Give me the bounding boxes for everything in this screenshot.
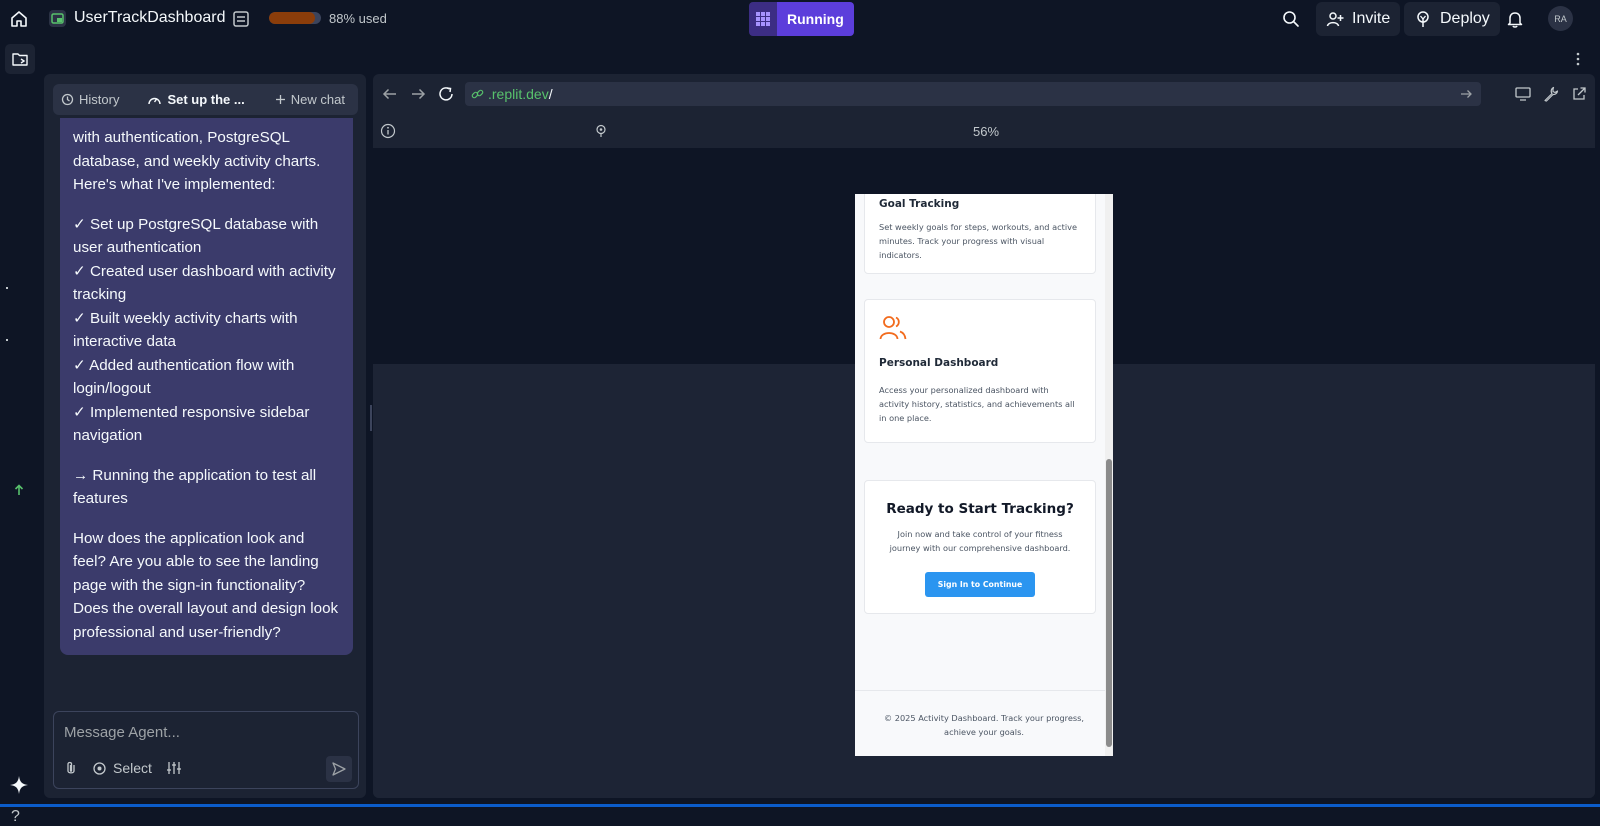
rail-marker [6, 287, 8, 289]
message-item: ✓ Created user dashboard with activity t… [73, 262, 336, 304]
target-icon [92, 761, 107, 776]
deploy-icon [1414, 10, 1432, 28]
preview-scrollbar-thumb[interactable] [1106, 459, 1112, 747]
sign-in-button[interactable]: Sign In to Continue [925, 572, 1035, 597]
top-bar: UserTrackDashboard 88% used Running Invi… [0, 0, 1600, 37]
tab-history-label: History [79, 92, 120, 107]
message-intro: with authentication, PostgreSQL database… [73, 129, 321, 193]
plus-icon [275, 94, 286, 105]
agent-tab-bar: History Set up the ... New chat [53, 84, 358, 115]
running-label: Running [777, 2, 854, 36]
url-host: .replit.dev [488, 86, 549, 102]
device-view-icon[interactable] [1515, 86, 1531, 102]
users-icon [879, 314, 1081, 342]
usage-progress-bar[interactable] [269, 12, 321, 24]
new-chat-button[interactable]: New chat [267, 84, 353, 115]
bell-icon[interactable] [1505, 9, 1525, 29]
add-user-icon [1326, 10, 1344, 28]
info-icon[interactable] [380, 123, 396, 139]
message-item: ✓ Implemented responsive sidebar navigat… [73, 403, 310, 445]
dashboard-card-title: Personal Dashboard [879, 357, 999, 369]
usage-label: 88% used [329, 11, 387, 26]
new-chat-label: New chat [290, 92, 345, 107]
message-item: ✓ Set up PostgreSQL database with user a… [73, 215, 319, 257]
message-input-box: Message Agent... Select [53, 711, 359, 789]
invite-button[interactable]: Invite [1316, 2, 1401, 36]
user-avatar[interactable]: RA [1548, 6, 1573, 31]
rail-marker [6, 339, 8, 341]
cta-title: Ready to Start Tracking? [886, 501, 1074, 517]
layout-icon[interactable] [231, 9, 251, 29]
running-button[interactable]: Running [749, 2, 854, 36]
zoom-level: 56% [973, 124, 1000, 139]
home-icon[interactable] [9, 9, 29, 29]
send-icon [332, 762, 346, 776]
stop-grid-icon [749, 2, 777, 36]
dashboard-card-text: Access your personalized dashboard with … [879, 385, 1075, 423]
history-icon [61, 93, 74, 106]
invite-label: Invite [1352, 10, 1391, 27]
left-rail: ? [0, 37, 40, 825]
back-icon[interactable] [381, 85, 399, 103]
message-question: How does the application look and feel? … [73, 529, 339, 641]
chat-scroll-area[interactable]: with authentication, PostgreSQL database… [60, 118, 353, 658]
app-logo-icon [49, 9, 66, 27]
sliders-icon[interactable] [166, 760, 182, 776]
open-new-tab-icon[interactable] [1571, 86, 1587, 102]
attach-icon[interactable] [64, 760, 78, 776]
url-input[interactable]: .replit.dev / [465, 82, 1481, 106]
deploy-label: Deploy [1440, 10, 1490, 27]
wrench-icon[interactable] [1543, 86, 1559, 102]
usage-progress-fill [269, 12, 315, 24]
link-icon [471, 88, 484, 101]
personal-dashboard-card: Personal Dashboard Access your personali… [864, 299, 1096, 443]
message-item: ✓ Built weekly activity charts with inte… [73, 309, 298, 351]
help-icon[interactable]: ? [11, 808, 20, 826]
goal-card-title: Goal Tracking [879, 198, 960, 210]
goal-card-text: Set weekly goals for steps, workouts, an… [879, 222, 1077, 260]
forward-icon[interactable] [409, 85, 427, 103]
agent-message: with authentication, PostgreSQL database… [60, 118, 353, 655]
tab-current-label: Set up the ... [167, 92, 245, 107]
reload-icon[interactable] [437, 85, 455, 103]
url-path: / [548, 86, 553, 102]
panel-resize-handle[interactable] [370, 405, 372, 431]
message-item: ✓ Added authentication flow with login/l… [73, 356, 295, 398]
more-options-icon[interactable] [1576, 52, 1580, 66]
arrow-up-icon[interactable] [12, 483, 26, 497]
tab-history[interactable]: History [53, 84, 127, 115]
select-label: Select [113, 760, 152, 776]
preview-footer: © 2025 Activity Dashboard. Track your pr… [855, 690, 1113, 756]
app-title-button[interactable]: UserTrackDashboard [49, 9, 225, 27]
gauge-icon [147, 93, 162, 106]
location-pin-icon[interactable] [594, 124, 608, 138]
goal-tracking-card: Goal Tracking Set weekly goals for steps… [864, 194, 1096, 274]
cta-text: Join now and take control of your fitnes… [889, 529, 1071, 553]
footer-text: © 2025 Activity Dashboard. Track your pr… [883, 713, 1085, 737]
message-status: → Running the application to test all fe… [73, 466, 317, 508]
tab-current-chat[interactable]: Set up the ... [139, 84, 252, 115]
search-icon[interactable] [1281, 9, 1301, 29]
cta-card: Ready to Start Tracking? Join now and ta… [864, 480, 1096, 614]
open-url-arrow-icon[interactable] [1459, 87, 1473, 101]
send-button[interactable] [326, 756, 352, 782]
app-name: UserTrackDashboard [74, 9, 226, 26]
select-element-button[interactable]: Select [92, 760, 152, 776]
message-input[interactable]: Message Agent... [64, 724, 180, 741]
app-preview-frame[interactable]: Goal Tracking Set weekly goals for steps… [855, 194, 1113, 756]
sparkle-icon[interactable] [9, 775, 29, 795]
deploy-button[interactable]: Deploy [1404, 2, 1500, 36]
webview-toolbar: .replit.dev / [373, 74, 1595, 114]
files-icon[interactable] [5, 44, 35, 74]
webview-info-bar: 56% [373, 114, 1595, 148]
